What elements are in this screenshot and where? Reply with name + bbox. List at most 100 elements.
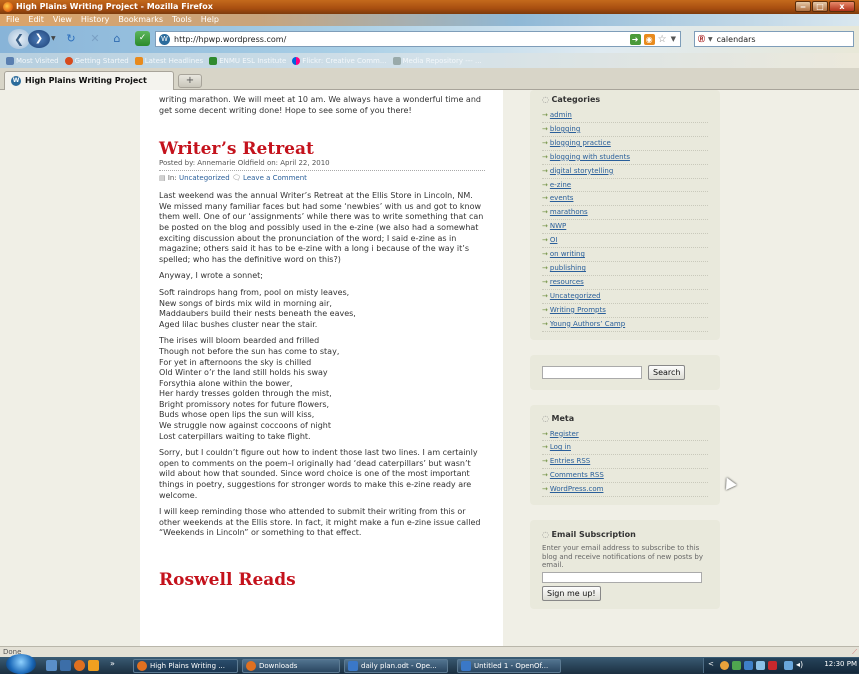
search-button[interactable]: Search — [648, 364, 686, 380]
list-item: → blogging practice — [542, 137, 708, 151]
quick-launch-overflow-icon[interactable]: » — [110, 659, 115, 668]
menu-history[interactable]: History — [81, 14, 109, 26]
bookmark-enmu-esl[interactable]: ENMU ESL Institute — [209, 56, 286, 65]
switch-windows-icon[interactable] — [60, 660, 71, 671]
new-tab-button[interactable]: + — [178, 74, 202, 88]
menu-view[interactable]: View — [53, 14, 72, 26]
poem-stanza: The irises will bloom bearded and frille… — [159, 336, 340, 441]
maximize-button[interactable]: □ — [812, 1, 828, 12]
reload-icon[interactable]: ↻ — [64, 32, 78, 46]
list-item: → Register — [542, 428, 708, 442]
status-bar: Done ⟋ — [0, 646, 859, 657]
start-button[interactable] — [6, 654, 36, 674]
list-item: → blogging with students — [542, 151, 708, 165]
list-item: → WordPress.com — [542, 483, 708, 498]
bookmark-latest-headlines[interactable]: Latest Headlines — [134, 56, 203, 65]
menu-bookmarks[interactable]: Bookmarks — [118, 14, 163, 26]
tab-high-plains[interactable]: W High Plains Writing Project — [4, 71, 174, 90]
back-arrow-icon[interactable]: ❮ — [8, 29, 30, 49]
openoffice-writer-icon — [348, 661, 358, 671]
go-arrow-icon[interactable]: ➜ — [629, 33, 641, 45]
address-bar[interactable]: W http://hpwp.wordpress.com/ ➜ ◉ ☆ ▼ — [155, 31, 681, 47]
category-link[interactable]: blogging with students — [550, 153, 630, 161]
tray-monitor-icon[interactable] — [756, 661, 765, 670]
category-link[interactable]: Writing Prompts — [550, 306, 606, 314]
search-bar[interactable]: Ⓡ ▼ calendars — [694, 31, 854, 47]
system-clock[interactable]: 12:30 PM — [824, 660, 857, 668]
rss-feed-icon[interactable]: ◉ — [643, 33, 655, 45]
category-link[interactable]: events — [550, 194, 574, 202]
menu-tools[interactable]: Tools — [172, 14, 192, 26]
taskbar-item-daily-plan[interactable]: daily plan.odt - Ope... — [344, 659, 448, 673]
url-text[interactable]: http://hpwp.wordpress.com/ — [174, 35, 630, 44]
tray-network-icon[interactable] — [720, 661, 729, 670]
category-link[interactable]: on writing — [550, 250, 585, 258]
show-desktop-icon[interactable] — [46, 660, 57, 671]
minimize-button[interactable]: ‒ — [795, 1, 811, 12]
category-link[interactable]: admin — [550, 111, 572, 119]
sidebar: ◌ Categories → admin → blogging → blogging … — [530, 90, 720, 624]
menu-edit[interactable]: Edit — [28, 14, 44, 26]
search-input[interactable]: calendars — [717, 35, 756, 44]
forward-arrow-icon[interactable]: ❯ — [28, 30, 50, 48]
tray-expand-icon[interactable]: < — [708, 660, 717, 669]
tray-antivirus-icon[interactable] — [768, 661, 777, 670]
reverso-icon[interactable]: Ⓡ — [698, 34, 705, 44]
category-link[interactable]: Young Authors’ Camp — [550, 320, 625, 328]
post-title-writers-retreat[interactable]: Writer’s Retreat — [159, 140, 485, 158]
category-link[interactable]: resources — [550, 278, 584, 286]
blog-search-input[interactable] — [542, 365, 642, 379]
tray-app-icon[interactable] — [744, 661, 753, 670]
taskbar-item-untitled[interactable]: Untitled 1 - OpenOf... — [457, 659, 561, 673]
meta-link-wordpress[interactable]: WordPress.com — [550, 485, 604, 493]
meta-link-comments-rss[interactable]: Comments RSS — [550, 471, 604, 479]
media-player-icon[interactable] — [88, 660, 99, 671]
tray-sync-icon[interactable] — [732, 661, 741, 670]
category-link[interactable]: digital storytelling — [550, 167, 613, 175]
firefox-icon[interactable] — [74, 660, 85, 671]
category-link[interactable]: blogging practice — [550, 139, 611, 147]
bookmark-most-visited[interactable]: Most Visited — [6, 56, 59, 65]
category-link[interactable]: e-zine — [550, 181, 571, 189]
resize-grip-icon[interactable]: ⟋ — [852, 647, 857, 657]
site-identity-icon[interactable]: ✓ — [135, 31, 150, 46]
home-icon[interactable]: ⌂ — [110, 32, 124, 46]
flickr-icon — [292, 56, 301, 65]
bookmark-media-repository[interactable]: Media Repository --- ... — [392, 56, 482, 65]
firefox-icon — [246, 661, 256, 671]
category-link[interactable]: blogging — [550, 125, 580, 133]
history-dropdown-icon[interactable]: ▼ — [51, 35, 56, 42]
meta-link-register[interactable]: Register — [550, 430, 579, 438]
category-link[interactable]: marathons — [550, 208, 588, 216]
page-viewport[interactable]: writing marathon. We will meet at 10 am.… — [0, 90, 859, 646]
stop-icon[interactable]: ✕ — [88, 32, 102, 46]
list-item: → on writing — [542, 248, 708, 262]
taskbar-item-downloads[interactable]: Downloads — [242, 659, 340, 673]
tray-display-icon[interactable] — [784, 661, 793, 670]
bookmark-flickr[interactable]: Flickr: Creative Comm... — [292, 56, 387, 65]
url-dropdown-icon[interactable]: ▼ — [671, 35, 676, 43]
email-field[interactable] — [542, 571, 702, 583]
firefox-icon — [137, 661, 147, 671]
list-item: → Comments RSS — [542, 469, 708, 484]
volume-icon[interactable]: ◂) — [796, 660, 805, 669]
meta-link-entries-rss[interactable]: Entries RSS — [550, 457, 590, 465]
menu-file[interactable]: File — [6, 14, 19, 26]
post-title-roswell-reads[interactable]: Roswell Reads — [159, 571, 485, 589]
category-link[interactable]: publishing — [550, 264, 586, 272]
close-button[interactable]: x — [829, 1, 855, 12]
bookmark-star-icon[interactable]: ☆ — [658, 34, 667, 45]
engine-dropdown-icon[interactable]: ▼ — [708, 36, 713, 43]
category-link[interactable]: NWP — [550, 222, 566, 230]
category-link-uncategorized[interactable]: Uncategorized — [179, 174, 230, 182]
mouse-pointer-icon — [721, 474, 737, 491]
bookmark-getting-started[interactable]: Getting Started — [64, 56, 129, 65]
meta-link-login[interactable]: Log in — [550, 443, 571, 451]
category-link[interactable]: Uncategorized — [550, 292, 601, 300]
window-controls: ‒ □ x — [795, 1, 855, 12]
menu-help[interactable]: Help — [201, 14, 219, 26]
leave-comment-link[interactable]: Leave a Comment — [243, 174, 307, 182]
taskbar-item-firefox[interactable]: High Plains Writing ... — [133, 659, 238, 673]
category-link[interactable]: OI — [550, 236, 558, 244]
sign-me-up-button[interactable]: Sign me up! — [542, 585, 601, 601]
